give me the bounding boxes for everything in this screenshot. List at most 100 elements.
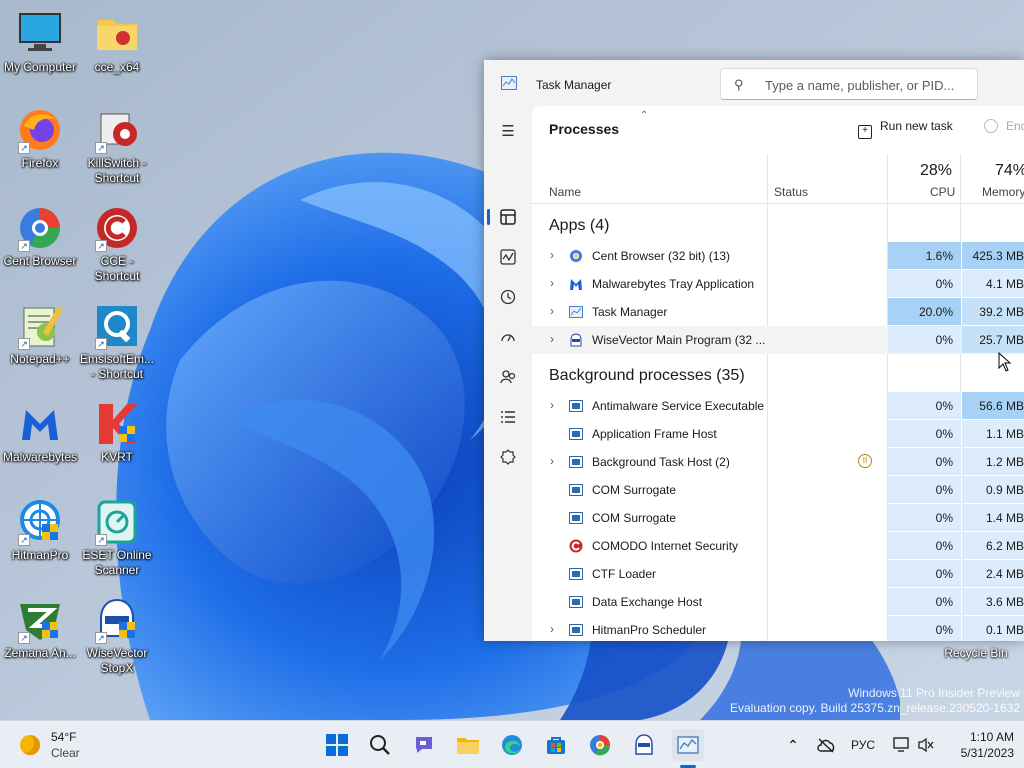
clock-date[interactable]: 5/31/2023 bbox=[940, 746, 1014, 760]
process-memory: 2.4 MB bbox=[962, 560, 1024, 587]
desktop-icon-kvrt[interactable]: KVRT bbox=[77, 400, 157, 465]
services-nav-icon[interactable] bbox=[492, 441, 524, 473]
desktop-icon-my-computer[interactable]: My Computer bbox=[0, 10, 80, 75]
process-memory: 3.6 MB bbox=[962, 588, 1024, 615]
wisevector-icon: ↗ bbox=[93, 596, 141, 644]
column-header-name[interactable]: Name bbox=[549, 185, 581, 199]
table-row[interactable]: › Cent Browser (32 bit) (13) 1.6% 425.3 … bbox=[532, 242, 1024, 270]
microsoft-store-icon[interactable] bbox=[540, 729, 572, 761]
input-language-indicator[interactable]: РУС bbox=[851, 738, 875, 752]
process-table: ⌃ Name Status 28% CPU 74% Memory Apps (4… bbox=[532, 106, 1024, 641]
search-box[interactable]: ⚲ bbox=[720, 68, 978, 100]
expand-chevron-icon[interactable]: › bbox=[550, 332, 554, 346]
desktop-icon-emsisoft[interactable]: ↗ EmsisoftEm... - Shortcut bbox=[77, 302, 157, 382]
desktop-icon-notepadpp[interactable]: ↗ Notepad++ bbox=[0, 302, 80, 367]
processes-nav-icon[interactable] bbox=[492, 201, 524, 233]
desktop-icon-cce-x64[interactable]: cce_x64 bbox=[77, 10, 157, 75]
table-row[interactable]: CTF Loader 0% 2.4 MB bbox=[532, 560, 1024, 588]
desktop-icon-label: Cent Browser bbox=[3, 254, 77, 268]
table-row[interactable]: COMODO Internet Security 0% 6.2 MB bbox=[532, 532, 1024, 560]
expand-chevron-icon[interactable]: › bbox=[550, 454, 554, 468]
wisevector-taskbar-icon[interactable] bbox=[628, 729, 660, 761]
desktop-icon-cce-shortcut[interactable]: ↗ CCE - Shortcut bbox=[77, 204, 157, 284]
desktop-icon-label: My Computer bbox=[3, 60, 77, 74]
volume-muted-icon[interactable] bbox=[910, 729, 942, 761]
chevron-up-icon[interactable]: ⌃ bbox=[777, 729, 809, 761]
cloud-icon[interactable] bbox=[810, 729, 842, 761]
desktop-icon-wisevector[interactable]: ↗ WiseVector StopX bbox=[77, 596, 157, 676]
app-history-nav-icon[interactable] bbox=[492, 281, 524, 313]
task-manager-taskbar-icon[interactable] bbox=[672, 729, 704, 761]
table-row[interactable]: › Antimalware Service Executable 0% 56.6… bbox=[532, 392, 1024, 420]
process-name: Cent Browser (32 bit) (13) bbox=[592, 249, 731, 263]
performance-nav-icon[interactable] bbox=[492, 241, 524, 273]
desktop-icon-recycle-bin[interactable]: Recycle Bin bbox=[936, 646, 1016, 660]
group-header-apps: Apps (4) bbox=[549, 217, 610, 234]
process-name: HitmanPro Scheduler bbox=[592, 623, 707, 637]
expand-chevron-icon[interactable]: › bbox=[550, 248, 554, 262]
process-cpu: 0% bbox=[888, 420, 961, 447]
task-manager-icon bbox=[569, 305, 583, 319]
process-name: CTF Loader bbox=[592, 567, 657, 581]
desktop-icon-zemana[interactable]: ↗ Zemana An... bbox=[0, 596, 80, 661]
process-cpu: 0% bbox=[888, 532, 961, 559]
header-divider bbox=[532, 203, 1024, 204]
malwarebytes-icon bbox=[16, 400, 64, 448]
expand-chevron-icon[interactable]: › bbox=[550, 276, 554, 290]
moon-weather-icon[interactable] bbox=[20, 735, 40, 755]
watermark-build: Evaluation copy. Build 25375.zn_release.… bbox=[730, 701, 1020, 715]
clock-time[interactable]: 1:10 AM bbox=[950, 730, 1014, 744]
table-row[interactable]: › Background Task Host (2) II 0% 1.2 MB bbox=[532, 448, 1024, 476]
column-header-memory[interactable]: Memory bbox=[982, 185, 1024, 199]
active-nav-indicator bbox=[487, 209, 490, 225]
table-row[interactable]: COM Surrogate 0% 0.9 MB bbox=[532, 476, 1024, 504]
table-row[interactable]: COM Surrogate 0% 1.4 MB bbox=[532, 504, 1024, 532]
weather-condition[interactable]: Clear bbox=[51, 746, 80, 760]
column-header-cpu[interactable]: CPU bbox=[930, 185, 955, 199]
process-name: COMODO Internet Security bbox=[592, 539, 739, 553]
search-input[interactable] bbox=[765, 75, 970, 95]
expand-chevron-icon[interactable]: › bbox=[550, 304, 554, 318]
desktop-icon-killswitch[interactable]: ↗ KillSwitch - Shortcut bbox=[77, 106, 157, 186]
desktop-icon-cent-browser[interactable]: ↗ Cent Browser bbox=[0, 204, 80, 269]
expand-chevron-icon[interactable]: › bbox=[550, 398, 554, 412]
table-row[interactable]: › HitmanPro Scheduler 0% 0.1 MB bbox=[532, 616, 1024, 641]
file-explorer-icon[interactable] bbox=[452, 729, 484, 761]
title-bar[interactable]: Task Manager ⚲ bbox=[484, 60, 1024, 108]
search-icon[interactable] bbox=[364, 729, 396, 761]
table-row[interactable]: › Task Manager 20.0% 39.2 MB bbox=[532, 298, 1024, 326]
cent-browser-taskbar-icon[interactable] bbox=[584, 729, 616, 761]
process-cpu: 0% bbox=[888, 588, 961, 615]
startup-apps-nav-icon[interactable] bbox=[492, 321, 524, 353]
service-window-icon bbox=[569, 399, 583, 413]
desktop-icon-eset[interactable]: ↗ ESET Online Scanner bbox=[77, 498, 157, 578]
kvrt-icon bbox=[93, 400, 141, 448]
process-name: Task Manager bbox=[592, 305, 668, 319]
process-name: Background Task Host (2) bbox=[592, 455, 730, 469]
table-row[interactable]: Application Frame Host 0% 1.1 MB bbox=[532, 420, 1024, 448]
desktop-icon-label: ESET Online Scanner bbox=[82, 548, 152, 577]
edge-browser-icon[interactable] bbox=[496, 729, 528, 761]
process-memory: 39.2 MB bbox=[962, 298, 1024, 325]
details-nav-icon[interactable] bbox=[492, 401, 524, 433]
process-cpu: 0% bbox=[888, 270, 961, 297]
desktop-icon-label: Malwarebytes bbox=[2, 450, 78, 464]
expand-chevron-icon[interactable]: › bbox=[550, 622, 554, 636]
service-window-icon bbox=[569, 483, 583, 497]
column-header-status[interactable]: Status bbox=[774, 185, 808, 199]
weather-temperature[interactable]: 54°F bbox=[51, 730, 76, 744]
start-button[interactable] bbox=[321, 729, 353, 761]
desktop-icon-firefox[interactable]: ↗ Firefox bbox=[0, 106, 80, 171]
desktop-icon-hitmanpro[interactable]: ↗ HitmanPro bbox=[0, 498, 80, 563]
table-row[interactable]: › WiseVector Main Program (32 ... 0% 25.… bbox=[532, 326, 1024, 354]
chat-app-icon[interactable] bbox=[408, 729, 440, 761]
hamburger-menu-icon[interactable]: ☰ bbox=[492, 116, 524, 148]
table-row[interactable]: › Malwarebytes Tray Application 0% 4.1 M… bbox=[532, 270, 1024, 298]
service-window-icon bbox=[569, 623, 583, 637]
desktop-icon-label: EmsisoftEm... - Shortcut bbox=[79, 352, 154, 381]
table-row[interactable]: Data Exchange Host 0% 3.6 MB bbox=[532, 588, 1024, 616]
desktop-icon-label: Zemana An... bbox=[4, 646, 76, 660]
process-memory: 25.7 MB bbox=[962, 326, 1024, 353]
desktop-icon-malwarebytes[interactable]: Malwarebytes bbox=[0, 400, 80, 465]
users-nav-icon[interactable] bbox=[492, 361, 524, 393]
